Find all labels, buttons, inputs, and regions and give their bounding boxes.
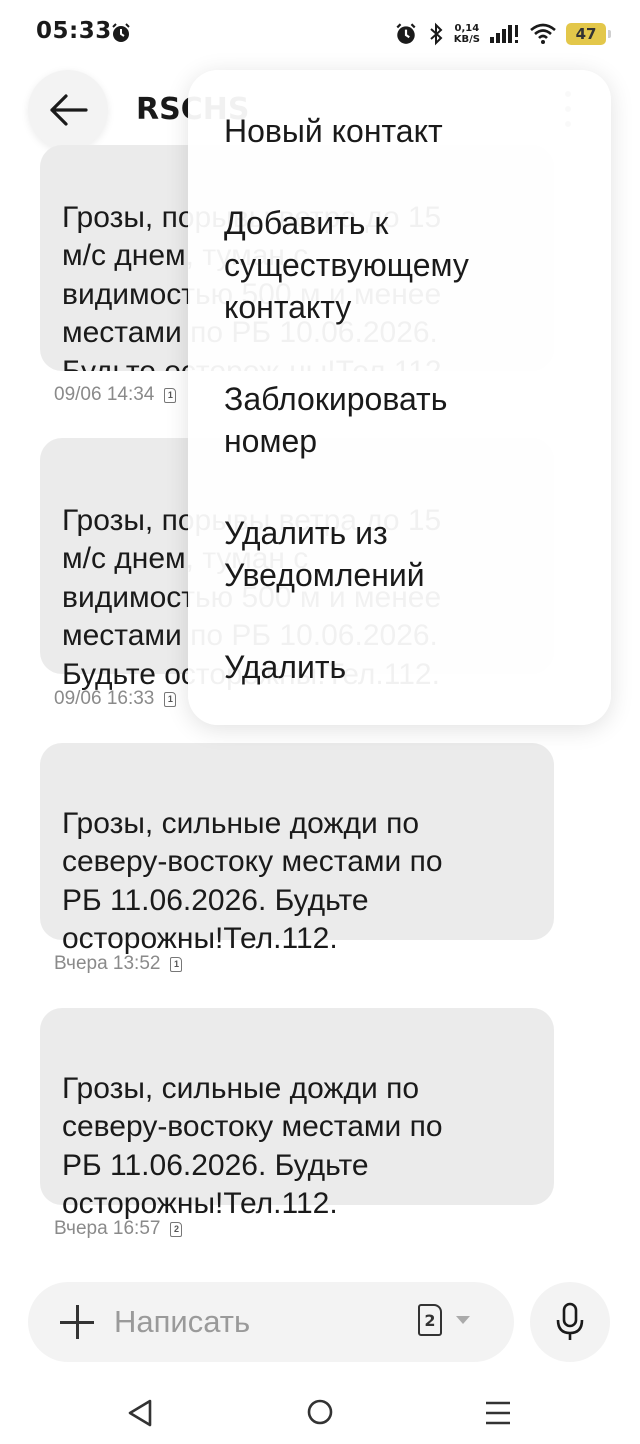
message-meta: 09/06 16:33 1 bbox=[54, 688, 177, 710]
signal-icon bbox=[490, 25, 518, 43]
menu-item-delete[interactable]: Удалить bbox=[224, 646, 581, 688]
net-speed-value: 0,14 bbox=[454, 23, 480, 34]
alarm-icon bbox=[396, 23, 416, 44]
nav-home-icon[interactable] bbox=[306, 1398, 334, 1426]
message-input[interactable] bbox=[114, 1298, 394, 1346]
menu-item-add-to-contact[interactable]: Добавить к существующему контакту bbox=[224, 202, 581, 328]
sim-icon: 2 bbox=[170, 1221, 183, 1237]
message-time: Вчера 16:57 bbox=[54, 1218, 161, 1239]
alarm-icon bbox=[112, 23, 130, 42]
net-speed: 0,14 KB/S bbox=[454, 23, 480, 45]
message-time: Вчера 13:52 bbox=[54, 953, 161, 974]
microphone-icon bbox=[556, 1302, 584, 1340]
menu-item-block-number[interactable]: Заблокировать номер bbox=[224, 378, 581, 462]
status-bar: 05:33 0,14 KB/S 47 bbox=[0, 0, 640, 68]
arrow-left-icon bbox=[50, 94, 88, 126]
menu-item-remove-from-notifications[interactable]: Удалить из Уведомлений bbox=[224, 512, 581, 596]
message-meta: Вчера 16:57 2 bbox=[54, 1218, 183, 1240]
message-bubble[interactable]: Грозы, сильные дожди по северу-востоку м… bbox=[40, 1008, 554, 1220]
sim-card-icon: 2 bbox=[418, 1304, 442, 1336]
status-time: 05:33 bbox=[36, 18, 112, 44]
message-text: Грозы, сильные дожди по северу-востоку м… bbox=[62, 1071, 443, 1221]
message-text: Грозы, сильные дожди по северу-востоку м… bbox=[62, 806, 443, 956]
options-menu: Новый контакт Добавить к существующему к… bbox=[188, 70, 611, 725]
battery-indicator: 47 bbox=[566, 23, 611, 45]
chevron-down-icon bbox=[456, 1316, 470, 1324]
menu-item-new-contact[interactable]: Новый контакт bbox=[224, 110, 581, 152]
nav-back-icon[interactable] bbox=[126, 1398, 154, 1428]
composer-bar: 2 bbox=[28, 1282, 514, 1362]
back-button[interactable] bbox=[28, 70, 108, 150]
message-time: 09/06 16:33 bbox=[54, 688, 155, 709]
microphone-button[interactable] bbox=[530, 1282, 610, 1362]
message-meta: Вчера 13:52 1 bbox=[54, 953, 183, 975]
navigation-bar bbox=[0, 1380, 640, 1444]
net-speed-unit: KB/S bbox=[453, 34, 480, 45]
sim-selector[interactable]: 2 bbox=[418, 1304, 470, 1336]
message-bubble[interactable]: Грозы, сильные дожди по северу-востоку м… bbox=[40, 743, 554, 955]
status-icons: 0,14 KB/S 47 bbox=[394, 16, 611, 52]
sim-icon: 1 bbox=[170, 956, 183, 972]
plus-icon[interactable] bbox=[60, 1305, 94, 1339]
sim-icon: 1 bbox=[164, 387, 177, 403]
message-time: 09/06 14:34 bbox=[54, 384, 155, 405]
sim-icon: 1 bbox=[164, 691, 177, 707]
message-meta: 09/06 14:34 1 bbox=[54, 384, 177, 406]
nav-recents-icon[interactable] bbox=[485, 1400, 511, 1426]
bluetooth-icon bbox=[430, 22, 443, 46]
wifi-icon bbox=[530, 23, 556, 44]
